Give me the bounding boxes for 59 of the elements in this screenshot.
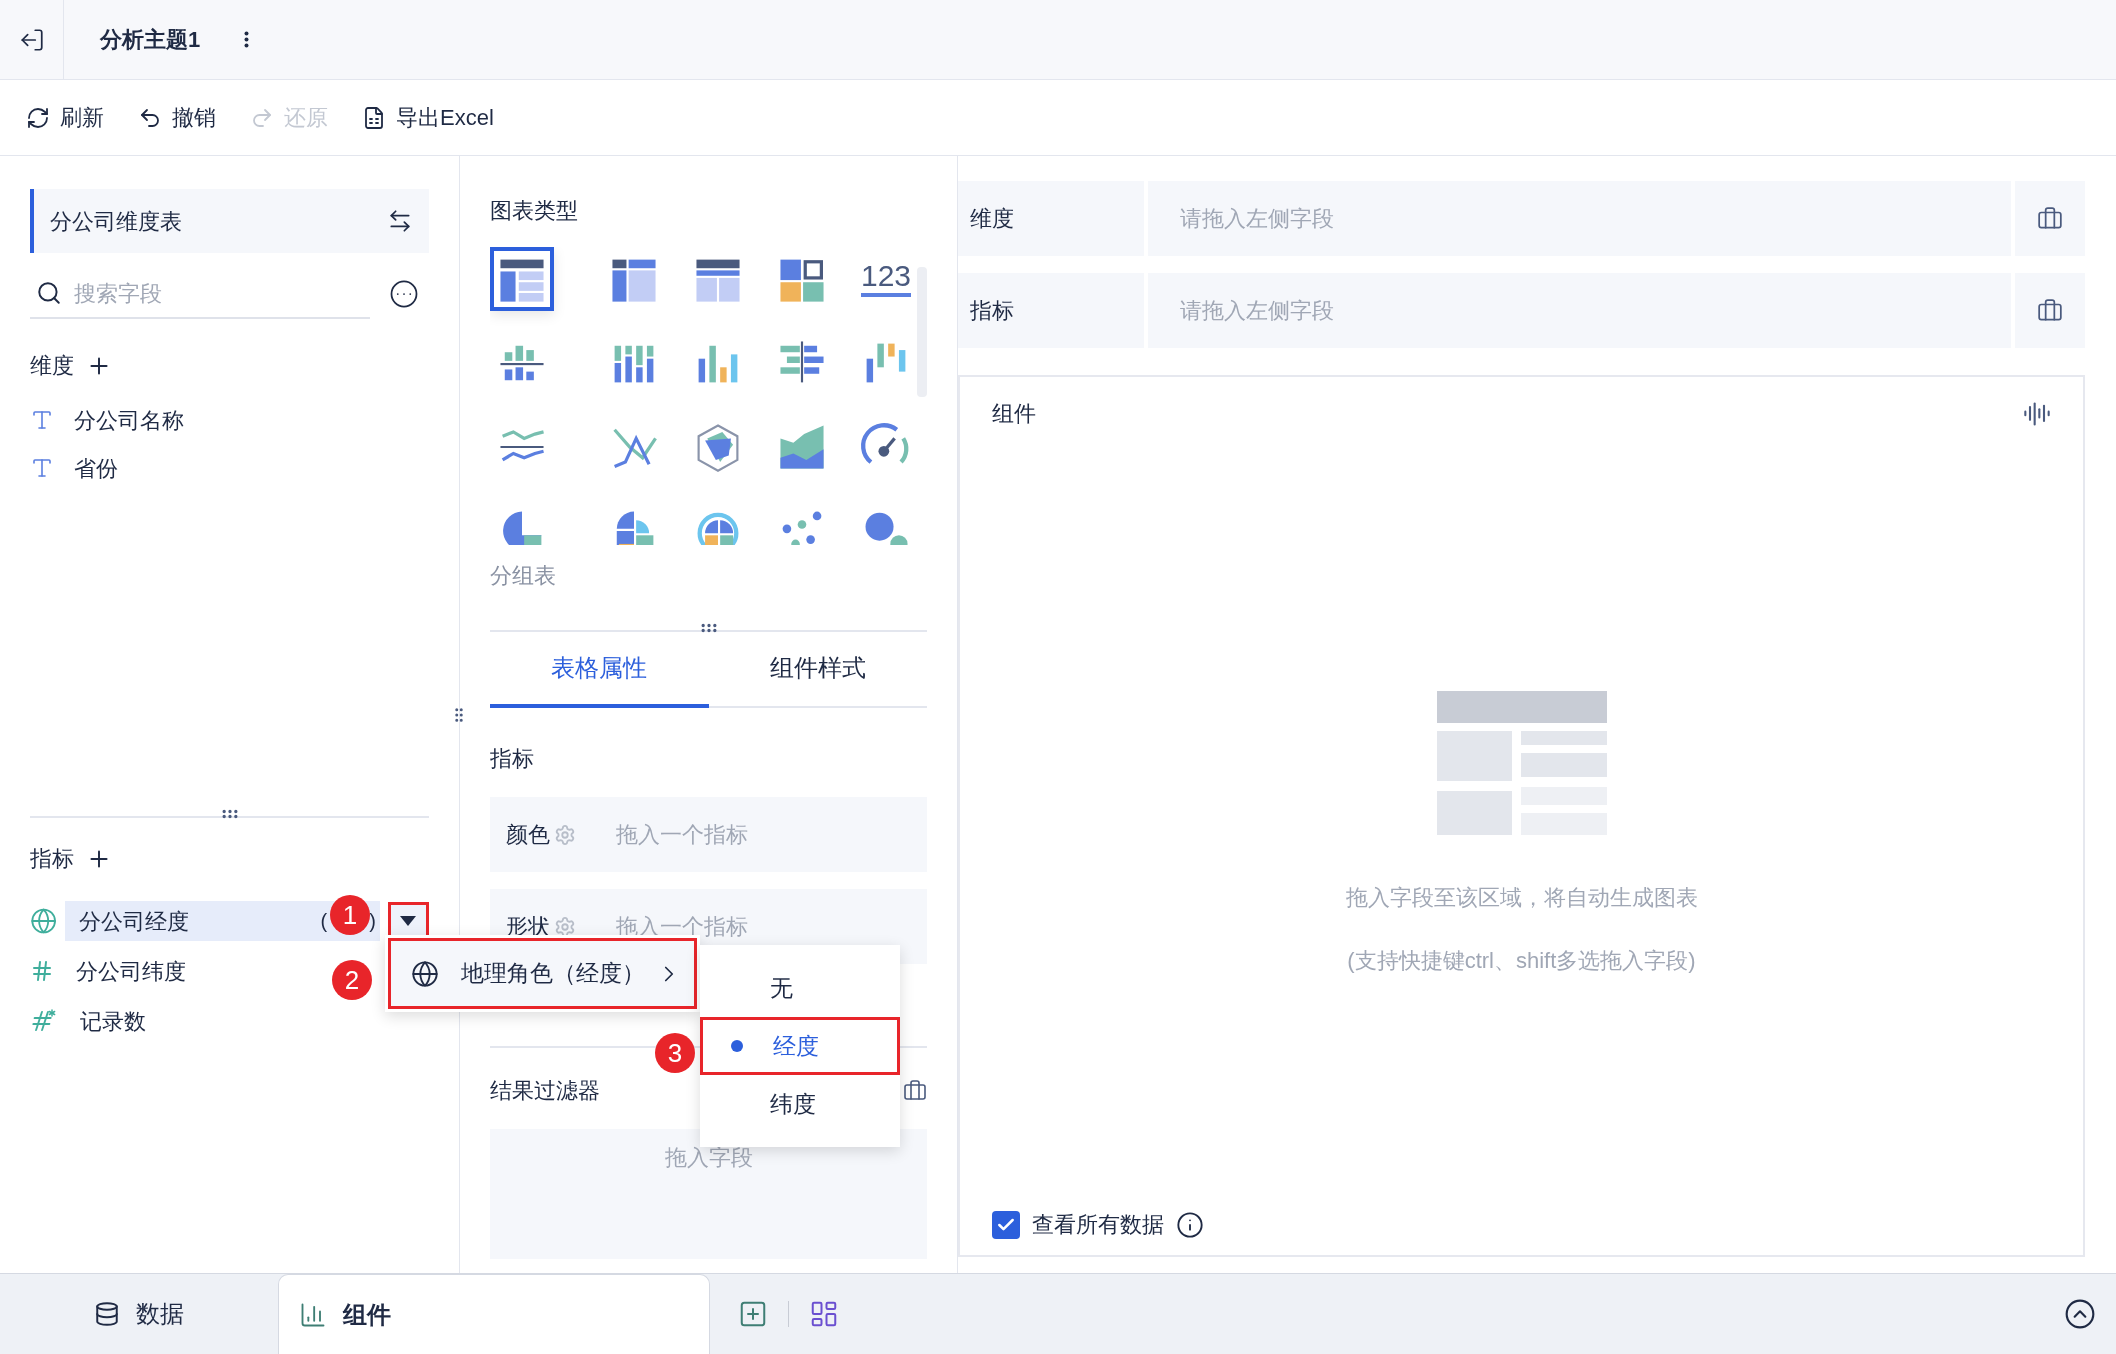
bottom-tab[interactable]: 数据 [0,1274,278,1354]
toolbar-button[interactable]: 刷新 [26,101,104,134]
briefcase-icon[interactable] [2037,297,2063,324]
checkbox-label: 查看所有数据 [1032,1211,1164,1239]
globe-icon [411,959,439,988]
briefcase-icon[interactable] [903,1078,927,1103]
property-tab[interactable]: 表格属性 [490,632,709,708]
dataset-name: 分公司维度表 [50,207,182,236]
dataset-card[interactable]: 分公司维度表 [30,189,429,253]
info-icon[interactable] [1176,1210,1204,1239]
more-icon [389,279,419,309]
section-title: 指标 [490,745,535,773]
bottom-tab[interactable]: 组件 [278,1274,710,1354]
field-item[interactable]: 分公司名称 [30,402,429,438]
briefcase-icon[interactable] [2037,205,2063,232]
shelf-label: 指标 [958,273,1144,348]
text-type-icon [30,456,54,480]
slot-placeholder: 拖入一个指标 [616,821,748,849]
empty-message: 拖入字段至该区域，将自动生成图表 [1345,884,1698,912]
search-field[interactable]: 搜索字段 [74,276,364,310]
property-tab[interactable]: 组件样式 [708,632,927,708]
section-title: 维度 [30,352,74,380]
swap-icon[interactable] [387,208,413,234]
step-badge: 2 [332,960,372,1000]
drop-slot[interactable]: 颜色 拖入一个指标 [490,797,927,872]
hint-text: (支持快捷键ctrl、shift多选拖入字段) [1347,947,1696,975]
chart-type-caption: 分组表 [490,562,557,590]
search-icon [36,280,62,306]
database-icon [94,1301,120,1327]
section-title: 指标 [30,845,74,873]
step-badge: 3 [655,1033,695,1073]
spreadsheet-icon [362,105,386,130]
section-title: 图表类型 [490,197,579,225]
field-item[interactable]: 省份 [30,450,429,486]
refresh-icon [26,105,50,130]
menu-item[interactable]: 地理角色（经度） [388,938,697,1009]
submenu-item[interactable]: 经度 [700,1017,900,1075]
field-item[interactable]: 分公司纬度 [62,951,190,991]
section-title: 结果过滤器 [490,1077,600,1105]
more-icon [244,31,250,48]
text-type-icon [30,408,54,432]
page-title: 分析主题1 [100,26,201,54]
more-button[interactable] [244,31,250,48]
slot-label: 颜色 [506,821,550,849]
hash-icon [30,959,54,983]
bars-icon[interactable] [2023,399,2051,428]
more-options-button[interactable] [389,279,419,309]
globe-icon [30,907,58,935]
toolbar-button[interactable]: 撤销 [138,101,216,134]
chart-type-button[interactable] [490,247,554,311]
panel-title: 组件 [992,400,1036,428]
step-badge: 1 [330,895,370,935]
layout-icon[interactable] [809,1299,839,1329]
shelf-label: 维度 [958,181,1144,256]
square-plus-icon[interactable] [738,1299,768,1329]
checkbox[interactable] [992,1210,1020,1239]
collapse-icon[interactable] [2064,1298,2096,1330]
field-item[interactable]: 记录数 [66,1001,150,1041]
toolbar-button[interactable]: 导出Excel [362,101,494,134]
